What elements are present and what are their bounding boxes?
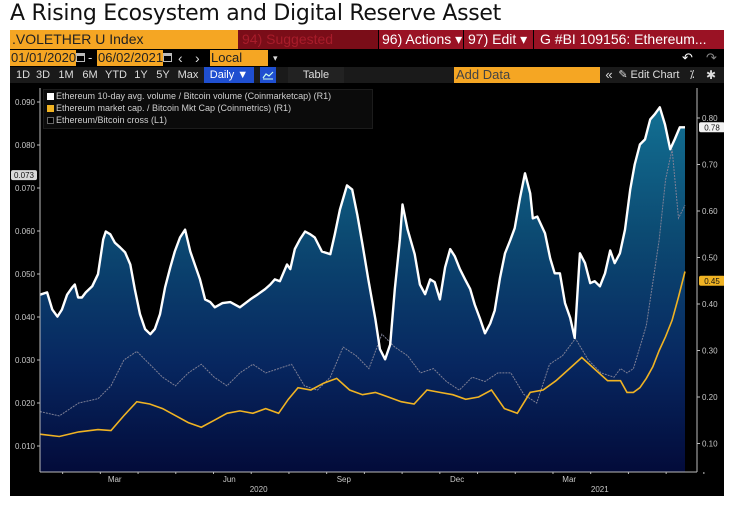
prev-period-button[interactable]: ‹ — [178, 50, 183, 66]
range-ytd[interactable]: YTD — [104, 67, 128, 83]
end-date-input[interactable]: 06/02/2021 — [97, 50, 163, 66]
x-axis-tick-label: Jun — [223, 475, 236, 484]
legend-swatch-gold — [47, 104, 54, 112]
right-axis-tick-label: 0.10 — [702, 440, 718, 449]
range-1m[interactable]: 1M — [56, 67, 76, 83]
chart-toolbar: 1D 3D 1M 6M YTD 1Y 5Y Max Daily ▼ Table … — [10, 67, 724, 83]
chart-id-label: G #BI 109156: Ethereum... — [533, 30, 724, 49]
edit-chart-button[interactable]: Edit Chart — [629, 67, 681, 83]
legend-label: Ethereum 10-day avg. volume / Bitcoin vo… — [56, 91, 332, 101]
volume-ratio-area — [40, 107, 685, 473]
left-axis-tick-label: 0.070 — [15, 184, 36, 193]
range-1d[interactable]: 1D — [14, 67, 32, 83]
gear-icon[interactable]: ✱ — [704, 67, 718, 83]
collapse-button[interactable]: « — [602, 67, 616, 83]
legend-item-market-cap-ratio[interactable]: Ethereum market cap. / Bitcoin Mkt Cap (… — [47, 102, 372, 114]
left-axis-tick-label: 0.010 — [15, 442, 36, 451]
redo-button[interactable]: ↷ — [706, 50, 717, 66]
ticker-field[interactable]: .VOLETHER U Index — [10, 30, 238, 49]
x-axis-tick-label: Dec — [450, 475, 464, 484]
date-range-bar: 01/01/2020 - 06/02/2021 ‹ › Local CCY ▾ … — [10, 50, 724, 81]
legend-label: Ethereum market cap. / Bitcoin Mkt Cap (… — [56, 103, 292, 113]
calendar-icon[interactable] — [76, 53, 85, 62]
frequency-dropdown[interactable]: Daily ▼ — [204, 67, 254, 83]
start-date-input[interactable]: 01/01/2020 — [10, 50, 76, 66]
chart-legend: Ethereum 10-day avg. volume / Bitcoin vo… — [43, 89, 373, 129]
suggested-charts-button[interactable]: 94) Suggested Charts — [238, 30, 378, 66]
legend-item-volume-ratio[interactable]: Ethereum 10-day avg. volume / Bitcoin vo… — [47, 90, 372, 102]
range-3d[interactable]: 3D — [34, 67, 52, 83]
left-axis-tick-label: 0.080 — [15, 141, 36, 150]
left-axis-tick-label: 0.060 — [15, 227, 36, 236]
last-value-badge-label: 0.78 — [704, 123, 720, 132]
legend-swatch-grey — [47, 116, 54, 124]
legend-label: Ethereum/Bitcoin cross (L1) — [56, 115, 168, 125]
range-1y[interactable]: 1Y — [132, 67, 150, 83]
page-title: A Rising Ecosystem and Digital Reserve A… — [10, 1, 501, 26]
currency-select[interactable]: Local CCY — [210, 50, 268, 81]
legend-swatch-white — [47, 92, 54, 100]
calendar-icon[interactable] — [163, 53, 172, 62]
date-separator: - — [88, 50, 93, 65]
left-axis-tick-label: 0.090 — [15, 98, 36, 107]
range-max[interactable]: Max — [176, 67, 200, 83]
left-axis-tick-label: 0.020 — [15, 399, 36, 408]
edit-menu[interactable]: 97) Edit ▾ — [463, 30, 533, 49]
command-bar: .VOLETHER U Index 94) Suggested Charts 9… — [10, 30, 724, 66]
x-axis-tick-label: Sep — [337, 475, 352, 484]
line-chart-icon[interactable] — [260, 67, 276, 83]
legend-item-eth-btc-cross[interactable]: Ethereum/Bitcoin cross (L1) — [47, 114, 372, 126]
actions-menu[interactable]: 96) Actions ▾ — [378, 30, 463, 49]
chart-area: 0.010 0.020 0.030 0.040 0.050 0.060 0.070 0.080… — [11, 88, 724, 494]
currency-dropdown-caret[interactable]: ▾ — [273, 50, 278, 66]
x-axis-tick-label: Mar — [562, 475, 576, 484]
right-axis-tick-label: 0.50 — [702, 254, 718, 263]
pencil-icon: ✎ — [618, 69, 628, 81]
right-axis-tick-label: 0.20 — [702, 393, 718, 402]
undo-button[interactable]: ↶ — [682, 50, 693, 66]
right-axis-tick-label: 0.70 — [702, 161, 718, 170]
table-button[interactable]: Table — [288, 67, 344, 83]
right-axis-tick-label: 0.40 — [702, 300, 718, 309]
right-axis-tick-label: 0.30 — [702, 347, 718, 356]
x-axis-year-label: 2021 — [591, 485, 609, 494]
x-axis-year-label: 2020 — [250, 485, 268, 494]
right-axis-tick-label: 0.80 — [702, 114, 718, 123]
right-axis-tick-label: 0.60 — [702, 207, 718, 216]
add-data-input[interactable]: Add Data — [454, 67, 600, 83]
left-axis-tick-label: 0.050 — [15, 270, 36, 279]
annotate-icon[interactable]: ⁒ — [685, 67, 699, 83]
last-value-badge-label: 0.45 — [704, 277, 720, 286]
left-axis-tick-label: 0.030 — [15, 356, 36, 365]
next-period-button[interactable]: › — [195, 50, 200, 66]
range-5y[interactable]: 5Y — [154, 67, 172, 83]
last-value-badge-label: 0.073 — [14, 171, 35, 180]
left-axis-tick-label: 0.040 — [15, 313, 36, 322]
range-6m[interactable]: 6M — [80, 67, 100, 83]
x-axis-tick-label: Mar — [108, 475, 122, 484]
